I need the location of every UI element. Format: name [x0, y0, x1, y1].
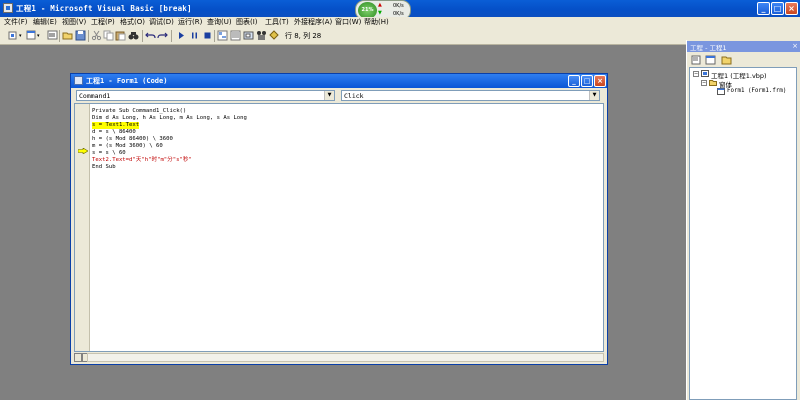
code-maximize-button[interactable]: □ [581, 75, 593, 87]
close-icon[interactable]: × [792, 42, 798, 50]
chevron-down-icon[interactable]: ▼ [324, 91, 334, 100]
code-line-current[interactable]: s = Text1.Text [92, 122, 140, 129]
collapse-icon[interactable]: − [693, 71, 699, 77]
menu-window[interactable]: 窗口(W) [335, 17, 361, 28]
find-icon[interactable] [128, 30, 139, 41]
close-button[interactable]: × [785, 2, 798, 15]
cursor-position: 行 8, 列 28 [285, 32, 322, 40]
upload-arrow-icon: ▲ [378, 2, 382, 8]
code-line[interactable]: End Sub [92, 164, 116, 171]
toolbar-separator [59, 30, 60, 42]
save-project-icon[interactable] [75, 30, 86, 41]
horizontal-scrollbar[interactable] [87, 353, 604, 362]
minimize-button[interactable]: _ [757, 2, 770, 15]
maximize-button[interactable]: □ [771, 2, 784, 15]
add-form-icon[interactable] [26, 30, 37, 41]
code-line[interactable]: Dim d As Long, h As Long, m As Long, s A… [92, 115, 247, 122]
code-line-error[interactable]: Text2.Text=d"天"h"时"m"分"s"秒" [92, 157, 192, 164]
upload-rate: 0K/s [393, 3, 404, 9]
chevron-down-icon[interactable]: ▼ [589, 91, 599, 100]
project-icon [701, 70, 709, 77]
paste-icon[interactable] [115, 30, 126, 41]
code-minimize-button[interactable]: _ [568, 75, 580, 87]
undo-icon[interactable] [145, 30, 156, 41]
menu-project[interactable]: 工程(P) [91, 17, 115, 28]
code-window[interactable]: 工程1 - Form1 (Code) _ □ × Command1 ▼ Clic… [70, 73, 608, 365]
execution-pointer-icon [78, 148, 88, 154]
standard-toolbar: ▾ ▾ 行 8, 列 28 [0, 28, 800, 45]
menu-debug[interactable]: 调试(D) [149, 17, 174, 28]
code-editor[interactable]: Private Sub Command1_Click() Dim d As Lo… [74, 103, 604, 352]
code-window-title-bar[interactable]: 工程1 - Form1 (Code) _ □ × [71, 74, 607, 88]
procedure-view-button[interactable] [74, 353, 82, 362]
form-icon [717, 88, 725, 95]
code-line[interactable]: s = s \ 60 [92, 150, 126, 157]
view-code-icon[interactable] [691, 55, 702, 65]
code-line[interactable]: d = s \ 86400 [92, 129, 136, 136]
menu-file[interactable]: 文件(F) [4, 17, 28, 28]
project-explorer: 工程 - 工程1 × − 工程1 (工程1.vbp) − 窗体 Form1 (F… [686, 40, 800, 400]
collapse-icon[interactable]: − [701, 80, 707, 86]
redo-icon[interactable] [157, 30, 168, 41]
copy-icon[interactable] [103, 30, 114, 41]
code-close-button[interactable]: × [594, 75, 606, 87]
code-line[interactable]: m = (s Mod 3600) \ 60 [92, 143, 163, 150]
project-explorer-title: 工程 - 工程1 [690, 44, 727, 52]
download-arrow-icon: ▼ [378, 10, 382, 16]
menu-diagram[interactable]: 图表(I) [236, 17, 258, 28]
toolbox-icon[interactable] [269, 30, 280, 41]
menu-bar: 文件(F) 编辑(E) 视图(V) 工程(P) 格式(O) 调试(D) 运行(R… [0, 17, 800, 28]
margin-indicator-bar[interactable] [75, 104, 90, 351]
view-object-icon[interactable] [705, 55, 716, 65]
add-form-dropdown-icon[interactable]: ▾ [37, 33, 40, 39]
project-tree[interactable]: − 工程1 (工程1.vbp) − 窗体 Form1 (Form1.frm) [689, 67, 797, 400]
toolbar-separator [214, 30, 215, 42]
menu-tools[interactable]: 工具(T) [265, 17, 289, 28]
code-line[interactable]: Private Sub Command1_Click() [92, 108, 186, 115]
code-window-icon [74, 76, 83, 85]
procedure-combo-value: Click [344, 92, 364, 100]
object-combo[interactable]: Command1 ▼ [76, 90, 335, 101]
add-project-icon[interactable] [8, 30, 19, 41]
project-explorer-title-bar[interactable]: 工程 - 工程1 × [687, 41, 800, 52]
toolbar-separator [88, 30, 89, 42]
toolbar-separator [142, 30, 143, 42]
end-icon[interactable] [202, 30, 213, 41]
menu-run[interactable]: 运行(R) [178, 17, 202, 28]
menu-help[interactable]: 帮助(H) [364, 17, 389, 28]
toggle-folders-icon[interactable] [721, 55, 732, 65]
menu-view[interactable]: 视图(V) [62, 17, 86, 28]
toolbar-separator [171, 30, 172, 42]
code-window-title: 工程1 - Form1 (Code) [86, 77, 168, 85]
code-line[interactable]: h = (s Mod 86400) \ 3600 [92, 136, 173, 143]
menu-edit[interactable]: 编辑(E) [33, 17, 57, 28]
vb-app-icon[interactable] [3, 3, 13, 13]
start-icon[interactable] [176, 30, 187, 41]
object-combo-value: Command1 [79, 92, 111, 100]
project-explorer-icon[interactable] [217, 30, 228, 41]
add-project-dropdown-icon[interactable]: ▾ [19, 33, 22, 39]
menu-editor-icon[interactable] [47, 30, 58, 41]
properties-window-icon[interactable] [230, 30, 241, 41]
form-layout-icon[interactable] [243, 30, 254, 41]
break-icon[interactable] [189, 30, 200, 41]
menu-format[interactable]: 格式(O) [120, 17, 145, 28]
window-title: 工程1 - Microsoft Visual Basic [break] [16, 4, 192, 13]
menu-addins[interactable]: 外接程序(A) [294, 17, 332, 28]
folder-icon [709, 80, 717, 86]
open-project-icon[interactable] [62, 30, 73, 41]
menu-query[interactable]: 查询(U) [207, 17, 232, 28]
project-explorer-toolbar [687, 53, 800, 67]
object-browser-icon[interactable] [256, 30, 267, 41]
procedure-combo[interactable]: Click ▼ [341, 90, 600, 101]
tree-item-form1[interactable]: Form1 (Form1.frm) [727, 88, 786, 94]
cut-icon[interactable] [91, 30, 102, 41]
